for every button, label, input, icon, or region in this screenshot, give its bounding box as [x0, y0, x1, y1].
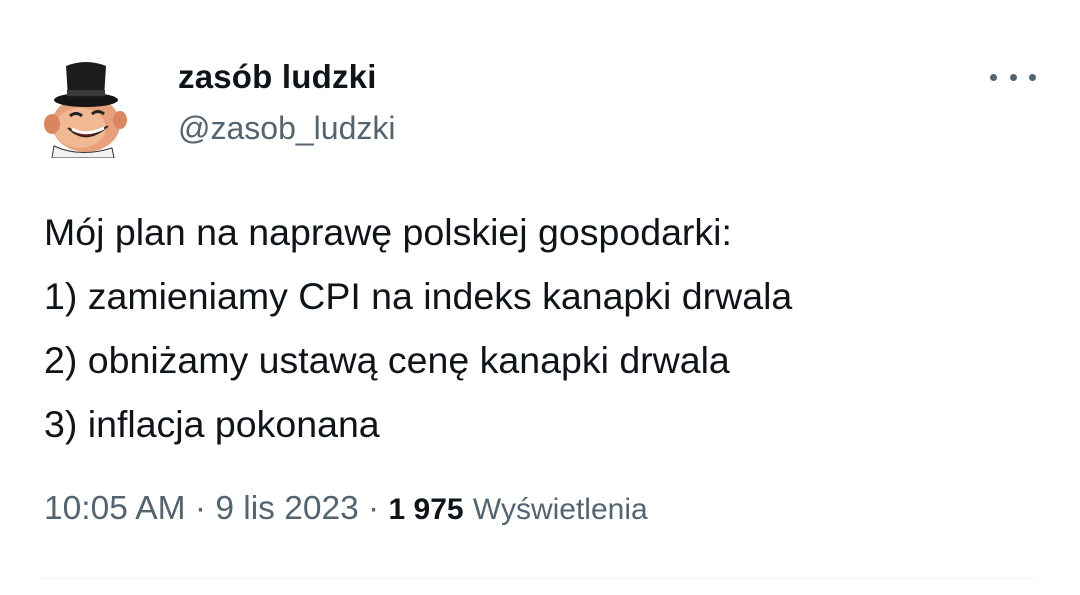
views-label: Wyświetlenia [472, 493, 648, 526]
tweet-line: 1) zamieniamy CPI na indeks kanapki drwa… [44, 275, 793, 317]
divider [40, 578, 1036, 579]
user-display-name[interactable]: zasób ludzki [178, 58, 377, 96]
tweet-line: Mój plan na naprawę polskiej gospodarki: [44, 211, 732, 253]
more-dot-icon [990, 73, 997, 81]
more-options-button[interactable] [990, 64, 1036, 90]
tweet-line: 2) obniżamy ustawą cenę kanapki drwala [44, 339, 730, 381]
more-dot-icon [1029, 73, 1036, 81]
more-dot-icon [1009, 73, 1017, 81]
tweet-date[interactable]: 9 lis 2023 [215, 490, 358, 527]
avatar[interactable] [40, 58, 140, 159]
tweet-line: 3) inflacja pokonana [44, 403, 380, 445]
views-count: 1 975 [388, 493, 464, 526]
user-handle[interactable]: @zasob_ludzki [178, 110, 395, 147]
meta-separator: · [368, 490, 380, 527]
tweet-time[interactable]: 10:05 AM [44, 490, 186, 527]
tweet-text: Mój plan na naprawę polskiej gospodarki:… [44, 200, 792, 456]
meta-separator: · [194, 490, 207, 527]
tweet: zasób ludzki @zasob_ludzki Mój plan na n… [0, 0, 1080, 595]
tweet-meta: 10:05 AM · 9 lis 2023 · 1 975 Wyświetlen… [44, 490, 648, 528]
top-hat-man-avatar-icon [44, 62, 127, 159]
